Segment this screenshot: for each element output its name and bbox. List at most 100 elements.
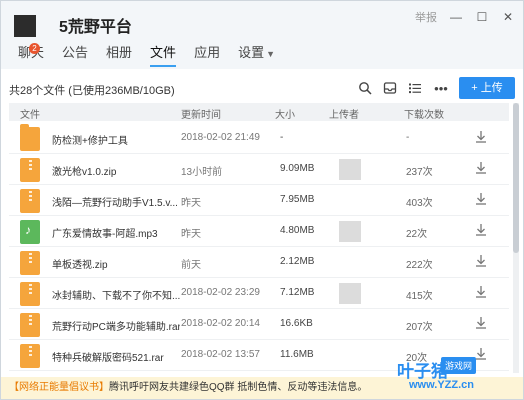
file-size: 4.80MB	[280, 225, 315, 236]
tab-label: 文件	[150, 45, 177, 60]
file-name[interactable]: 特种兵破解版密码521.rar	[52, 349, 180, 364]
file-time: 2018-02-02 21:49	[181, 132, 260, 143]
chevron-down-icon: ▼	[266, 49, 276, 59]
file-downloads: 207次	[406, 322, 433, 333]
file-size: 2.12MB	[280, 256, 315, 267]
report-link[interactable]: 举报	[415, 9, 437, 25]
file-time: 2018-02-02 13:57	[181, 349, 260, 360]
notice-text: 腾讯呼吁网友共建绿色QQ群 抵制色情、反动等违法信息。	[109, 382, 368, 393]
file-downloads: 403次	[406, 198, 433, 209]
file-name[interactable]: 广东爱情故事-阿超.mp3	[52, 225, 180, 240]
watermark-tag: 游戏网	[441, 357, 477, 374]
file-downloads: 22次	[406, 229, 428, 240]
table-row[interactable]: 冰封辅助、下载不了你不知... 2018-02-02 23:29 7.12MB …	[9, 278, 509, 309]
zip-file-icon	[20, 189, 40, 213]
zip-file-icon	[20, 158, 40, 182]
file-list: 防检测+修护工具 2018-02-02 21:49 - - 激光枪v1.0.zi…	[9, 123, 509, 371]
file-size: 11.6MB	[280, 349, 314, 360]
site-watermark: 叶子猪 游戏网 www.YZZ.cn	[397, 353, 507, 397]
download-icon[interactable]	[474, 223, 488, 237]
inbox-icon[interactable]	[382, 81, 398, 97]
column-header-downloads[interactable]: 下载次数	[404, 106, 444, 121]
group-avatar[interactable]	[14, 15, 36, 37]
file-size: 9.09MB	[280, 163, 315, 174]
file-name[interactable]: 单板透视.zip	[52, 256, 180, 271]
download-icon[interactable]	[474, 161, 488, 175]
zip-file-icon	[20, 282, 40, 306]
tab-label: 应用	[194, 45, 221, 60]
file-time: 前天	[181, 260, 201, 271]
file-list-scrollbar[interactable]	[513, 103, 519, 373]
upload-button[interactable]: + 上传	[459, 77, 515, 99]
column-header-uploader[interactable]: 上传者	[329, 106, 359, 121]
table-row[interactable]: 广东爱情故事-阿超.mp3 昨天 4.80MB 22次	[9, 216, 509, 247]
uploader-avatar[interactable]	[339, 159, 361, 180]
file-time: 昨天	[181, 198, 201, 209]
file-name[interactable]: 激光枪v1.0.zip	[52, 163, 180, 178]
tab-files[interactable]: 文件	[141, 43, 185, 67]
file-size: 16.6KB	[280, 318, 313, 329]
file-downloads: 237次	[406, 167, 433, 178]
tab-announcement[interactable]: 公告	[53, 43, 97, 67]
download-icon[interactable]	[474, 192, 488, 206]
table-row[interactable]: 浅陌—荒野行动助手V1.5.v... 昨天 7.95MB 403次	[9, 185, 509, 216]
maximize-icon[interactable]: ☐	[475, 10, 489, 24]
close-icon[interactable]: ✕	[501, 10, 515, 24]
tab-chat[interactable]: 聊天 2	[9, 43, 53, 67]
file-downloads: 222次	[406, 260, 433, 271]
download-icon[interactable]	[474, 130, 488, 144]
audio-file-icon	[20, 220, 40, 244]
file-time: 2018-02-02 20:14	[181, 318, 260, 329]
file-name[interactable]: 防检测+修护工具	[52, 132, 180, 147]
file-name[interactable]: 冰封辅助、下载不了你不知...	[52, 287, 180, 302]
tab-apps[interactable]: 应用	[185, 43, 229, 67]
file-size: 7.95MB	[280, 194, 315, 205]
file-count-label: 共28个文件 (已使用236MB/10GB)	[9, 85, 175, 97]
table-header: 文件 更新时间 大小 上传者 下载次数	[9, 103, 509, 121]
group-tabs: 聊天 2 公告 相册 文件 应用 设置▼	[9, 43, 284, 67]
window-controls: 举报 — ☐ ✕	[415, 9, 515, 25]
column-header-time[interactable]: 更新时间	[181, 106, 221, 121]
tab-label: 相册	[106, 45, 133, 60]
table-row[interactable]: 单板透视.zip 前天 2.12MB 222次	[9, 247, 509, 278]
file-name[interactable]: 荒野行动PC端多功能辅助.rar	[52, 318, 180, 333]
download-icon[interactable]	[474, 254, 488, 268]
column-header-size[interactable]: 大小	[275, 106, 295, 121]
folder-icon	[20, 124, 40, 151]
uploader-avatar[interactable]	[339, 283, 361, 304]
file-time: 2018-02-02 23:29	[181, 287, 260, 298]
column-header-file[interactable]: 文件	[20, 106, 40, 121]
file-name[interactable]: 浅陌—荒野行动助手V1.5.v...	[52, 194, 180, 209]
scrollbar-thumb[interactable]	[513, 103, 519, 253]
tab-settings[interactable]: 设置 ▼	[229, 43, 284, 67]
watermark-url: www.YZZ.cn	[409, 379, 474, 391]
table-row[interactable]: 激光枪v1.0.zip 13小时前 9.09MB 237次	[9, 154, 509, 185]
files-toolbar: 共28个文件 (已使用236MB/10GB) ••• + 上传	[1, 75, 523, 101]
notice-prefix: 【网络正能量倡议书】	[9, 382, 109, 393]
download-icon[interactable]	[474, 285, 488, 299]
search-icon[interactable]	[357, 81, 373, 97]
tab-album[interactable]: 相册	[97, 43, 141, 67]
file-time: 13小时前	[181, 167, 223, 178]
table-row[interactable]: 防检测+修护工具 2018-02-02 21:49 - -	[9, 123, 509, 154]
table-row[interactable]: 荒野行动PC端多功能辅助.rar 2018-02-02 20:14 16.6KB…	[9, 309, 509, 340]
list-view-icon[interactable]	[407, 81, 423, 97]
file-time: 昨天	[181, 229, 201, 240]
uploader-avatar[interactable]	[339, 221, 361, 242]
minimize-icon[interactable]: —	[449, 10, 463, 24]
file-downloads: 415次	[406, 291, 433, 302]
zip-file-icon	[20, 313, 40, 337]
group-title: 5荒野平台	[59, 19, 132, 36]
zip-file-icon	[20, 344, 40, 368]
tab-label: 公告	[62, 45, 89, 60]
download-icon[interactable]	[474, 316, 488, 330]
window-header: 5荒野平台 举报 — ☐ ✕ 聊天 2 公告 相册 文件 应用 设置▼	[1, 1, 523, 69]
file-size: 7.12MB	[280, 287, 315, 298]
file-size: -	[280, 132, 284, 143]
file-downloads: -	[406, 132, 410, 143]
tab-label: 设置	[238, 45, 265, 60]
unread-badge: 2	[29, 43, 40, 54]
more-icon[interactable]: •••	[433, 81, 449, 97]
group-files-window: 5荒野平台 举报 — ☐ ✕ 聊天 2 公告 相册 文件 应用 设置▼ 共28个…	[0, 0, 524, 400]
zip-file-icon	[20, 251, 40, 275]
